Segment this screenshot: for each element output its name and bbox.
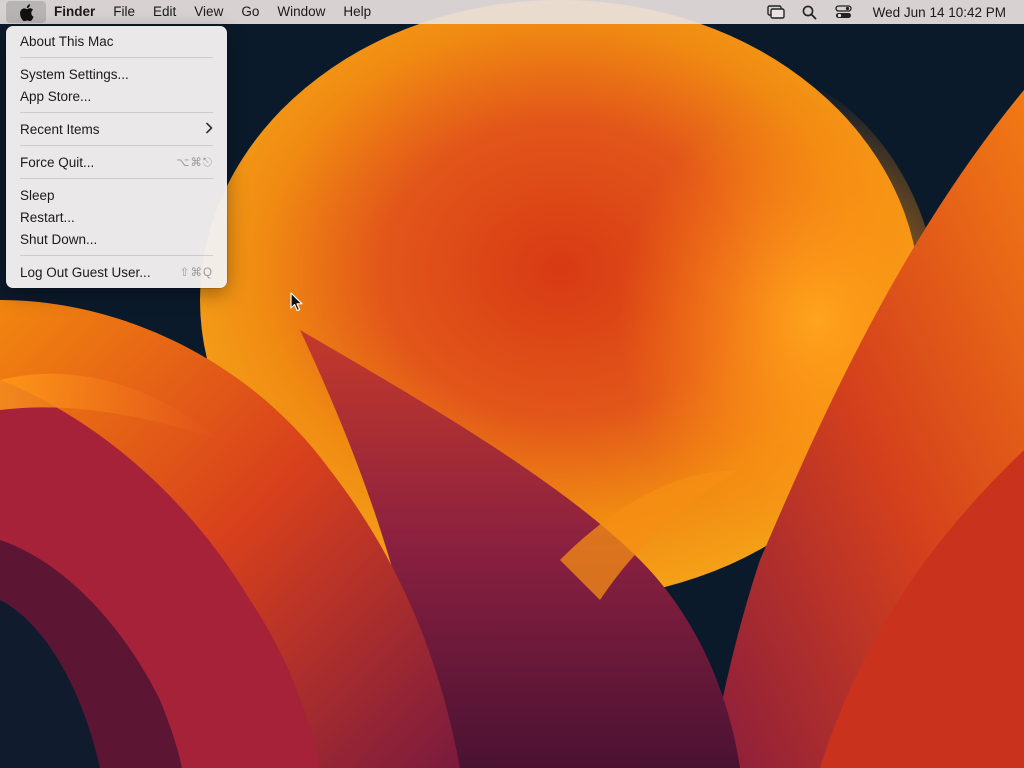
menu-view[interactable]: View	[185, 0, 232, 24]
menu-go[interactable]: Go	[232, 0, 268, 24]
menu-item-label: About This Mac	[20, 33, 114, 49]
menu-help[interactable]: Help	[334, 0, 380, 24]
apple-icon	[19, 3, 33, 21]
menu-item-label: Shut Down...	[20, 231, 98, 247]
menu-item-restart[interactable]: Restart...	[6, 206, 227, 228]
menu-separator	[20, 57, 213, 58]
menubar-clock[interactable]: Wed Jun 14 10:42 PM	[873, 5, 1006, 20]
menu-file[interactable]: File	[104, 0, 144, 24]
menu-item-label: System Settings...	[20, 66, 129, 82]
menu-item-label: App Store...	[20, 88, 92, 104]
menu-separator	[20, 145, 213, 146]
mouse-cursor-icon	[290, 292, 304, 317]
apple-menu-dropdown: About This Mac System Settings... App St…	[6, 26, 227, 288]
menu-separator	[20, 112, 213, 113]
menu-item-label: Recent Items	[20, 121, 100, 137]
menu-item-system-settings[interactable]: System Settings...	[6, 63, 227, 85]
menu-item-sleep[interactable]: Sleep	[6, 184, 227, 206]
menu-item-force-quit[interactable]: Force Quit... ⌥⌘⎋	[6, 151, 227, 173]
screen-mirroring-icon[interactable]	[765, 1, 787, 23]
menu-item-shut-down[interactable]: Shut Down...	[6, 228, 227, 250]
menu-edit[interactable]: Edit	[144, 0, 185, 24]
status-area: Wed Jun 14 10:42 PM	[759, 0, 1024, 24]
menu-item-log-out[interactable]: Log Out Guest User... ⇧⌘Q	[6, 261, 227, 283]
menu-separator	[20, 178, 213, 179]
menu-separator	[20, 255, 213, 256]
apple-menu-button[interactable]	[6, 1, 46, 23]
chevron-right-icon	[205, 121, 213, 137]
control-center-icon[interactable]	[833, 1, 855, 23]
keyboard-shortcut: ⌥⌘⎋	[176, 156, 213, 169]
menu-item-label: Restart...	[20, 209, 75, 225]
keyboard-shortcut: ⇧⌘Q	[179, 267, 213, 279]
menu-item-recent-items[interactable]: Recent Items	[6, 118, 227, 140]
menu-item-about-this-mac[interactable]: About This Mac	[6, 30, 227, 52]
menu-window[interactable]: Window	[268, 0, 334, 24]
menu-bar: Finder File Edit View Go Window Help Wed…	[0, 0, 1024, 24]
menu-item-label: Force Quit...	[20, 154, 95, 170]
menu-app-name[interactable]: Finder	[46, 0, 104, 24]
spotlight-search-icon[interactable]	[799, 1, 821, 23]
menu-item-label: Log Out Guest User...	[20, 264, 151, 280]
menu-item-app-store[interactable]: App Store...	[6, 85, 227, 107]
menu-item-label: Sleep	[20, 187, 55, 203]
